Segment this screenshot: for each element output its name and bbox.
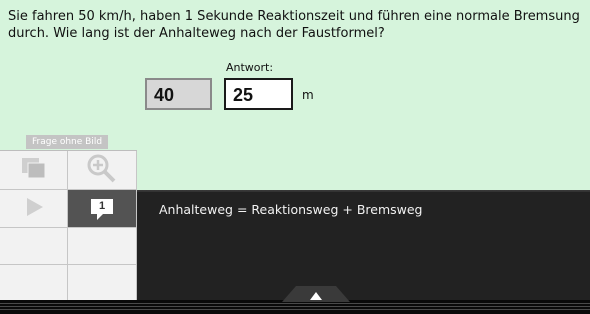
copy-button[interactable]	[0, 151, 68, 190]
copy-icon	[19, 155, 49, 185]
zoom-in-icon	[86, 153, 118, 187]
no-image-label: Frage ohne Bild	[26, 135, 109, 149]
bottom-bar-stripes	[0, 303, 590, 311]
hint-panel: Anhalteweg = Reaktionsweg + Bremsweg	[137, 192, 590, 300]
empty-cell	[0, 265, 68, 301]
unit-label: m	[302, 88, 314, 102]
empty-cell	[68, 265, 137, 301]
answer-label: Antwort:	[226, 61, 274, 74]
play-button[interactable]	[0, 190, 68, 228]
empty-cell	[0, 228, 68, 265]
empty-cell	[68, 228, 137, 265]
hint-text: Anhalteweg = Reaktionsweg + Bremsweg	[159, 202, 423, 217]
answer-input[interactable]: 25	[224, 78, 293, 110]
hint-count-badge: 1	[98, 199, 106, 212]
bottom-bar	[0, 300, 590, 314]
tool-grid: 1	[0, 150, 137, 301]
zoom-button[interactable]	[68, 151, 137, 190]
given-value-field: 40	[145, 78, 212, 110]
chevron-up-icon	[310, 286, 322, 302]
play-icon	[23, 196, 45, 222]
question-text: Sie fahren 50 km/h, haben 1 Sekunde Reak…	[8, 9, 580, 41]
hint-bubble-icon: 1	[89, 197, 115, 221]
hint-button[interactable]: 1	[68, 190, 137, 228]
